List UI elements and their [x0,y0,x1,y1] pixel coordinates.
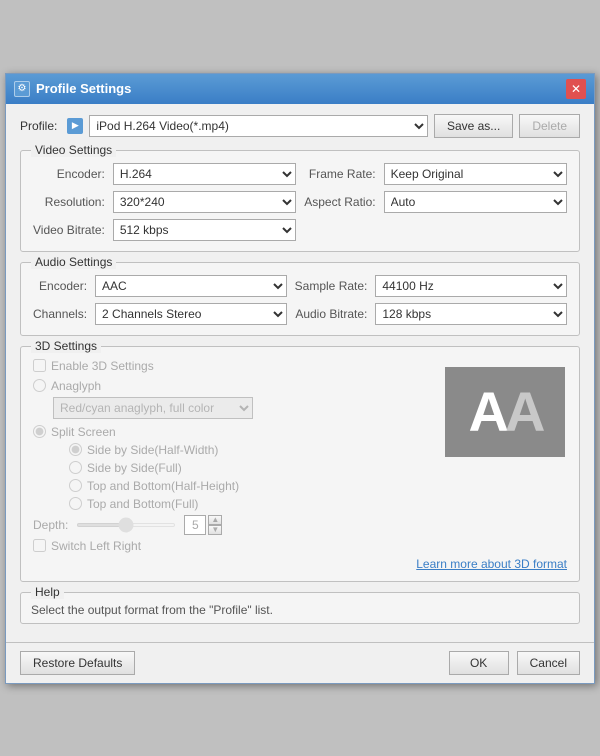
side-by-side-full-row: Side by Side(Full) [69,461,567,475]
aspect-ratio-select[interactable]: Auto [384,191,567,213]
top-bottom-half-row: Top and Bottom(Half-Height) [69,479,567,493]
depth-spinner-buttons: ▲ ▼ [208,515,222,535]
preview-aa-letters: AA [469,379,542,444]
audio-settings-title: Audio Settings [31,255,116,269]
audio-settings-section: Audio Settings Encoder: AAC Sample Rate:… [20,262,580,336]
switch-left-right-row: Switch Left Right [33,539,567,553]
audio-encoder-label: Encoder: [33,279,87,293]
channels-label: Channels: [33,307,87,321]
profile-select[interactable]: iPod H.264 Video(*.mp4) [89,115,428,137]
sample-rate-select[interactable]: 44100 Hz [375,275,567,297]
profile-settings-dialog: ⚙ Profile Settings ✕ Profile: ▶ iPod H.2… [5,73,595,684]
audio-bitrate-select[interactable]: 128 kbps [375,303,567,325]
profile-row: Profile: ▶ iPod H.264 Video(*.mp4) Save … [20,114,580,138]
top-bottom-full-label: Top and Bottom(Full) [87,497,198,511]
help-text: Select the output format from the "Profi… [31,603,569,617]
audio-encoder-select[interactable]: AAC [95,275,287,297]
preview-aa-left: A [469,379,505,444]
help-title: Help [31,585,64,599]
anaglyph-select[interactable]: Red/cyan anaglyph, full color [53,397,253,419]
top-bottom-half-label: Top and Bottom(Half-Height) [87,479,239,493]
video-bitrate-label: Video Bitrate: [33,223,105,237]
side-by-side-full-radio[interactable] [69,461,82,474]
close-button[interactable]: ✕ [566,79,586,99]
split-screen-radio[interactable] [33,425,46,438]
title-bar: ⚙ Profile Settings ✕ [6,74,594,104]
depth-value: 5 [184,515,206,535]
video-settings-grid: Encoder: H.264 Frame Rate: Keep Original… [33,163,567,241]
preview-aa-right: A [505,379,541,444]
frame-rate-label: Frame Rate: [304,167,375,181]
dialog-body: Profile: ▶ iPod H.264 Video(*.mp4) Save … [6,104,594,642]
restore-defaults-button[interactable]: Restore Defaults [20,651,135,675]
depth-row: Depth: 5 ▲ ▼ [33,515,567,535]
side-by-side-half-label: Side by Side(Half-Width) [87,443,218,457]
top-bottom-half-radio[interactable] [69,479,82,492]
depth-decrement-button[interactable]: ▼ [208,525,222,535]
video-settings-section: Video Settings Encoder: H.264 Frame Rate… [20,150,580,252]
switch-left-right-label: Switch Left Right [51,539,141,553]
learn-more-link[interactable]: Learn more about 3D format [33,557,567,571]
side-by-side-full-label: Side by Side(Full) [87,461,182,475]
enable-3d-label: Enable 3D Settings [51,359,154,373]
dialog-icon: ⚙ [14,81,30,97]
channels-select[interactable]: 2 Channels Stereo [95,303,287,325]
depth-slider[interactable] [76,523,176,527]
3d-preview-box: AA [445,367,565,457]
side-by-side-half-radio[interactable] [69,443,82,456]
frame-rate-select[interactable]: Keep Original [384,163,567,185]
resolution-select[interactable]: 320*240 [113,191,296,213]
delete-button[interactable]: Delete [519,114,580,138]
sample-rate-label: Sample Rate: [295,279,368,293]
enable-3d-checkbox[interactable] [33,359,46,372]
aspect-ratio-label: Aspect Ratio: [304,195,375,209]
depth-spinner-wrap: 5 ▲ ▼ [184,515,222,535]
audio-settings-grid: Encoder: AAC Sample Rate: 44100 Hz Chann… [33,275,567,325]
video-bitrate-select[interactable]: 512 kbps [113,219,296,241]
ok-button[interactable]: OK [449,651,509,675]
audio-bitrate-label: Audio Bitrate: [295,307,368,321]
anaglyph-radio[interactable] [33,379,46,392]
encoder-select[interactable]: H.264 [113,163,296,185]
top-bottom-full-row: Top and Bottom(Full) [69,497,567,511]
profile-label: Profile: [20,119,57,133]
video-settings-title: Video Settings [31,143,116,157]
3d-settings-title: 3D Settings [31,339,101,353]
switch-left-right-checkbox[interactable] [33,539,46,552]
depth-label: Depth: [33,518,68,532]
top-bottom-full-radio[interactable] [69,497,82,510]
cancel-button[interactable]: Cancel [517,651,580,675]
footer-buttons: OK Cancel [449,651,580,675]
anaglyph-label: Anaglyph [51,379,101,393]
resolution-label: Resolution: [33,195,105,209]
encoder-label: Encoder: [33,167,105,181]
dialog-title: Profile Settings [36,81,566,96]
help-section: Help Select the output format from the "… [20,592,580,624]
save-as-button[interactable]: Save as... [434,114,513,138]
depth-increment-button[interactable]: ▲ [208,515,222,525]
dialog-footer: Restore Defaults OK Cancel [6,642,594,683]
profile-icon: ▶ [67,118,83,134]
split-screen-label: Split Screen [51,425,116,439]
3d-settings-section: 3D Settings AA Enable 3D Settings Anagly… [20,346,580,582]
